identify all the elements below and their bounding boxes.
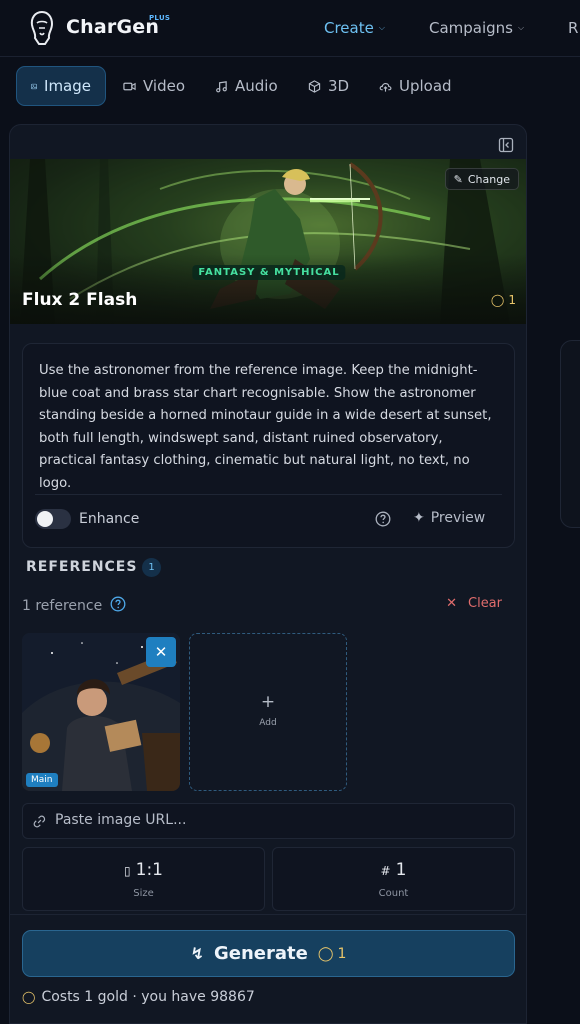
tab-video[interactable]: Video — [109, 66, 199, 106]
prompt-divider — [35, 494, 502, 495]
cost-summary-text: Costs 1 gold · you have 98867 — [41, 989, 255, 1005]
size-value: 1:1 — [135, 860, 163, 880]
plus-badge: PLUS — [149, 14, 171, 22]
tab-upload[interactable]: Upload — [365, 66, 466, 106]
image-url-field[interactable] — [22, 803, 515, 839]
cost-summary: ◯ Costs 1 gold · you have 98867 — [22, 989, 255, 1005]
nav-more-label: R — [568, 19, 579, 37]
generate-cost-value: 1 — [337, 945, 347, 962]
tab-video-label: Video — [143, 77, 186, 95]
aspect-ratio-icon: ▯ — [124, 864, 131, 878]
coins-icon: ◯ — [317, 945, 334, 962]
lightning-icon: ↯ — [190, 944, 204, 963]
reference-count-label: 1 reference — [22, 598, 103, 614]
pencil-icon: ✎ — [453, 172, 463, 186]
collapse-panel-icon[interactable] — [498, 137, 514, 153]
model-cost-value: 1 — [508, 293, 516, 307]
tab-3d-label: 3D — [328, 77, 350, 95]
references-count-badge: 1 — [142, 558, 161, 577]
tab-image-label: Image — [44, 77, 91, 95]
count-selector[interactable]: #1 Count — [272, 847, 515, 911]
model-name: Flux 2 Flash — [22, 290, 138, 310]
size-selector[interactable]: ▯ 1:1 Size — [22, 847, 265, 911]
size-label: Size — [133, 888, 154, 899]
hash-icon: # — [380, 864, 391, 878]
nav-more[interactable]: R — [568, 19, 578, 37]
logo-icon[interactable] — [27, 10, 57, 46]
toggle-knob — [37, 511, 53, 527]
tab-upload-label: Upload — [399, 77, 452, 95]
tab-3d[interactable]: 3D — [294, 66, 363, 106]
plus-icon: + — [260, 692, 276, 712]
genre-badge: FANTASY & MYTHICAL — [192, 265, 346, 280]
tab-image[interactable]: Image — [16, 66, 106, 106]
prompt-textarea[interactable]: Use the astronomer from the reference im… — [39, 360, 499, 496]
tab-audio[interactable]: Audio — [201, 66, 292, 106]
change-model-button[interactable]: ✎ Change — [444, 168, 519, 190]
prompt-box[interactable]: Use the astronomer from the reference im… — [22, 343, 515, 548]
help-icon[interactable] — [110, 596, 126, 612]
enhance-label: Enhance — [79, 511, 140, 527]
count-value: 1 — [395, 860, 407, 880]
model-hero-image[interactable]: ✎ Change FANTASY & MYTHICAL Flux 2 Flash… — [10, 159, 526, 324]
coins-icon: ◯ — [22, 990, 36, 1004]
main-reference-tag: Main — [26, 773, 58, 787]
upload-icon — [379, 82, 392, 92]
chevron-down-icon: ⌵ — [378, 23, 385, 32]
references-heading: REFERENCES — [26, 559, 138, 575]
generate-cost: ◯ 1 — [318, 946, 347, 962]
nav-campaigns[interactable]: Campaigns ⌵ — [429, 19, 524, 37]
size-value-row: ▯ 1:1 — [23, 860, 264, 880]
brand-name[interactable]: CharGen — [66, 16, 159, 38]
nav-create[interactable]: Create ⌵ — [324, 19, 385, 37]
clear-references-button[interactable]: ✕ Clear — [446, 596, 502, 611]
nav-campaigns-label: Campaigns — [429, 19, 514, 37]
help-icon[interactable] — [375, 511, 391, 527]
count-value-row: #1 — [273, 860, 514, 880]
generator-panel: ✎ Change FANTASY & MYTHICAL Flux 2 Flash… — [9, 124, 527, 1024]
cube-icon — [308, 79, 321, 93]
sparkle-icon: ✦ — [413, 510, 425, 526]
music-icon — [216, 80, 227, 92]
generate-button[interactable]: ↯ Generate ◯ 1 — [22, 930, 515, 977]
preview-button[interactable]: ✦ Preview — [413, 510, 485, 526]
video-icon — [123, 82, 136, 90]
clear-label: Clear — [468, 596, 502, 611]
image-url-input[interactable] — [55, 812, 495, 828]
add-label: Add — [259, 718, 277, 728]
link-icon — [33, 815, 46, 828]
preview-label: Preview — [430, 510, 486, 526]
mode-tabs: Image Video Audio 3D Upload — [0, 57, 580, 117]
secondary-panel-edge — [560, 340, 580, 528]
chevron-down-icon: ⌵ — [518, 23, 525, 32]
tab-audio-label: Audio — [235, 77, 278, 95]
enhance-toggle[interactable] — [35, 509, 71, 529]
close-icon: ✕ — [154, 643, 168, 661]
add-reference-button[interactable]: + Add — [189, 633, 347, 791]
model-cost: ◯ 1 — [491, 293, 516, 307]
image-icon — [31, 83, 37, 89]
remove-reference-button[interactable]: ✕ — [146, 637, 176, 667]
top-navigation: CharGen PLUS Create ⌵ Campaigns ⌵ R — [0, 0, 580, 57]
reference-thumbnail[interactable]: ✕ Main — [22, 633, 180, 791]
footer-divider — [10, 914, 526, 915]
nav-create-label: Create — [324, 19, 374, 37]
close-icon: ✕ — [446, 596, 457, 611]
count-label: Count — [378, 888, 409, 899]
change-label: Change — [467, 172, 510, 186]
coins-icon: ◯ — [490, 293, 505, 307]
generate-label: Generate — [213, 943, 308, 964]
